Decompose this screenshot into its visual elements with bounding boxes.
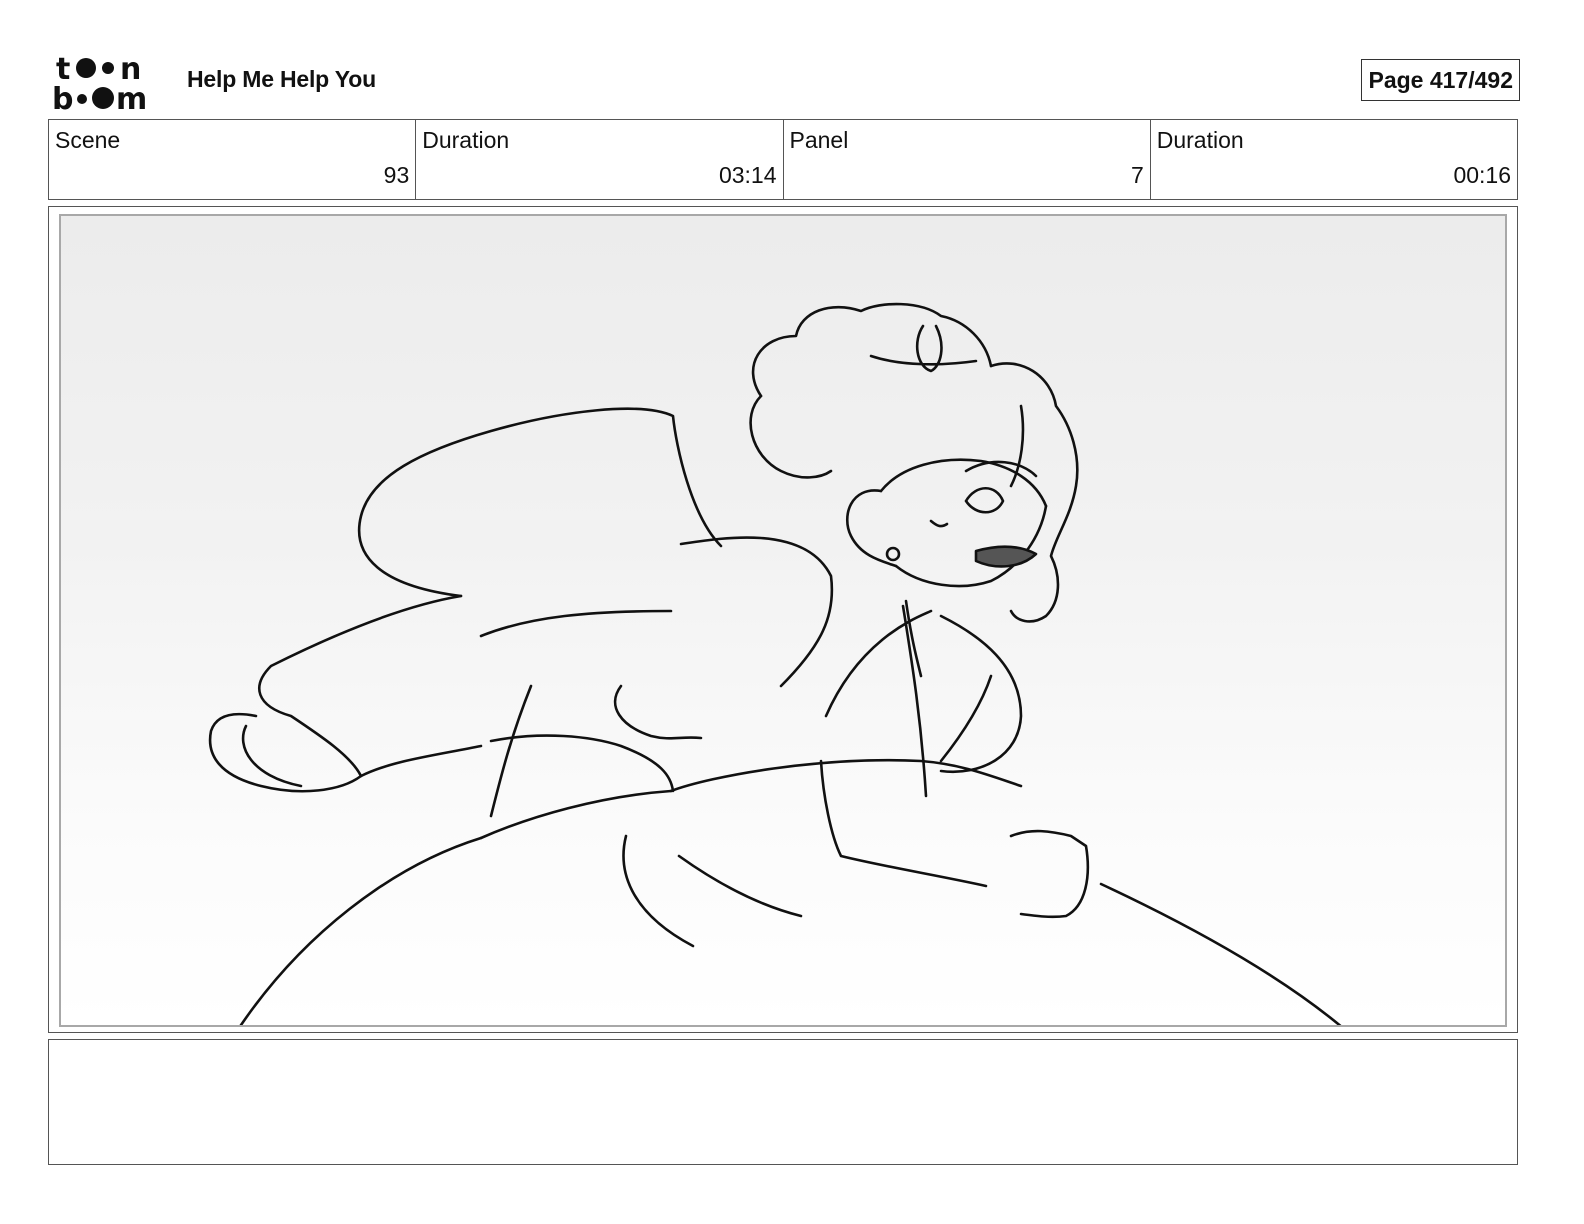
torso-left	[901, 604, 928, 798]
panel-duration-value: 00:16	[1453, 162, 1511, 188]
scene-duration-label: Duration	[422, 127, 510, 153]
page-counter: Page 417/492	[1361, 59, 1520, 101]
nose	[929, 519, 949, 528]
scene-info-table: Scene 93 Duration 03:14 Panel 7 Duration…	[48, 119, 1518, 200]
hand	[1009, 829, 1090, 919]
hair-inner-line	[479, 609, 673, 638]
panel-duration-cell: Duration 00:16	[1151, 120, 1517, 199]
storyboard-panel-frame	[48, 206, 1518, 1033]
skirt-fold-2	[677, 854, 803, 918]
scene-value: 93	[383, 162, 410, 188]
arm-shoulder	[939, 674, 993, 763]
eyebrow	[964, 460, 1038, 478]
scene-cell: Scene 93	[49, 120, 417, 199]
hair-loop	[241, 724, 303, 788]
torso-right	[939, 614, 1023, 774]
panel-value: 7	[1130, 162, 1144, 188]
hair-right-inner	[1009, 404, 1025, 488]
hair-inner-line-2	[489, 684, 533, 818]
hair-flow-lower	[208, 712, 363, 793]
logo-letter-m: m	[116, 82, 147, 112]
arm	[819, 759, 988, 888]
storyboard-sketch-drawing	[208, 302, 1342, 1025]
project-title: Help Me Help You	[187, 66, 376, 92]
jaw	[894, 504, 1048, 588]
hair-curve	[613, 684, 703, 740]
toon-boom-logo-graphic: t n b m	[52, 52, 147, 117]
page-header: t n b m Help Me Help You Page 417/492	[52, 52, 1532, 117]
skirt-fold-1	[622, 834, 695, 948]
hair-flow-strand-2	[359, 744, 483, 778]
storyboard-panel-image	[59, 214, 1507, 1027]
panel-duration-label: Duration	[1156, 127, 1244, 153]
eye	[964, 486, 1005, 514]
panel-cell: Panel 7	[784, 120, 1151, 199]
hair-strand-inner	[679, 536, 834, 688]
toon-boom-logo-icon: t n b m	[52, 52, 164, 117]
tiara	[869, 324, 978, 373]
mouth	[974, 545, 1038, 568]
logo-letter-b: b	[52, 82, 73, 112]
skirt-arc	[239, 836, 483, 1025]
hair-flow-top	[357, 407, 723, 598]
face-outline	[846, 489, 898, 568]
skirt-waist	[669, 758, 1023, 793]
scene-label: Scene	[55, 127, 121, 153]
scene-duration-value: 03:14	[718, 162, 777, 188]
panel-label: Panel	[789, 127, 849, 153]
scene-duration-cell: Duration 03:14	[416, 120, 784, 199]
skirt-arc-right	[1099, 882, 1342, 1025]
earring	[885, 546, 901, 562]
shoulder	[824, 609, 933, 718]
hair-bun	[751, 302, 993, 398]
hair-right	[989, 362, 1079, 623]
skirt-top	[479, 789, 673, 840]
hair-bun-lower	[749, 394, 833, 479]
hair-flow-strand	[489, 734, 675, 793]
panel-notes-box	[48, 1039, 1518, 1165]
hair-flow-mid	[258, 594, 463, 778]
